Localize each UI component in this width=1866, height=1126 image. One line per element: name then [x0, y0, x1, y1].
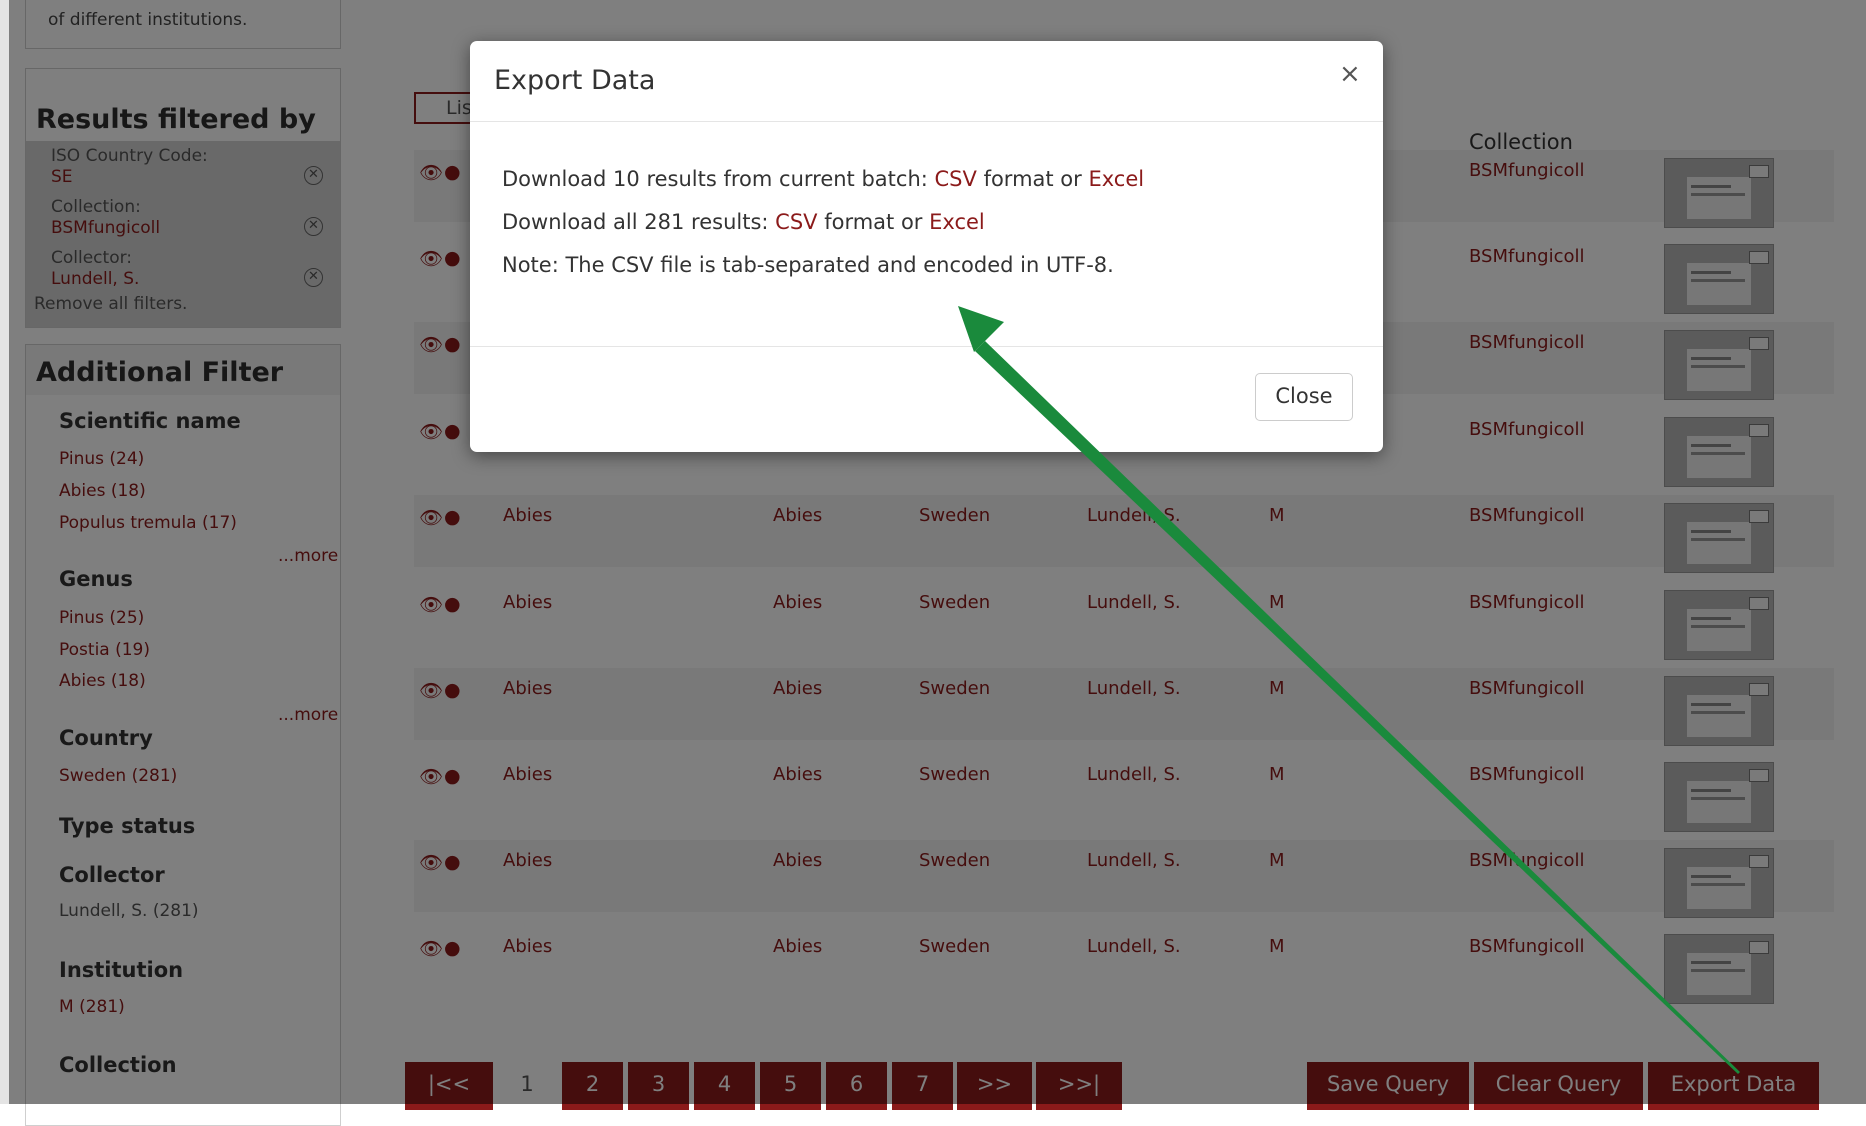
all-csv-link[interactable]: CSV — [775, 210, 817, 234]
page-left-edge — [0, 0, 9, 1104]
modal-header-divider — [470, 121, 1383, 122]
download-batch-text: Download 10 results from current batch: — [502, 167, 928, 191]
batch-csv-link[interactable]: CSV — [935, 167, 977, 191]
close-icon[interactable]: × — [1339, 59, 1361, 89]
modal-footer-divider — [470, 346, 1383, 347]
download-batch-line: Download 10 results from current batch: … — [502, 167, 1144, 191]
batch-excel-link[interactable]: Excel — [1088, 167, 1144, 191]
csv-note: Note: The CSV file is tab-separated and … — [502, 253, 1114, 277]
modal-title: Export Data — [494, 65, 656, 96]
download-all-text: Download all 281 results: — [502, 210, 769, 234]
download-all-line: Download all 281 results: CSV format or … — [502, 210, 985, 234]
export-data-modal: Export Data × Download 10 results from c… — [470, 41, 1383, 452]
format-or-text: format or — [824, 210, 923, 234]
format-or-text: format or — [983, 167, 1082, 191]
all-excel-link[interactable]: Excel — [929, 210, 985, 234]
close-button[interactable]: Close — [1255, 373, 1353, 421]
